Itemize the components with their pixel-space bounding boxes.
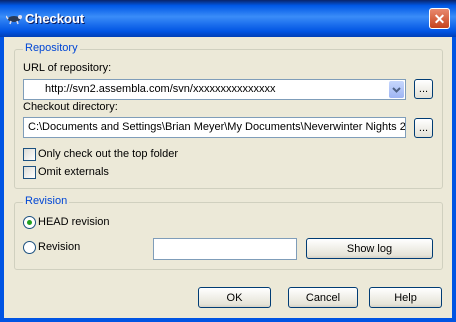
ellipsis-icon: ... [418,83,429,95]
help-button[interactable]: Help [369,287,442,308]
ok-button[interactable]: OK [198,287,271,308]
repository-legend: Repository [23,42,80,54]
revision-legend: Revision [23,195,70,207]
window-border-bottom [0,318,456,322]
cancel-label: Cancel [305,291,341,304]
checkout-dir-label: Checkout directory: [23,101,118,113]
checkout-dir-browse-button[interactable]: ... [414,118,433,138]
show-log-button[interactable]: Show log [306,238,433,259]
url-label: URL of repository: [23,62,112,74]
tortoise-svn-icon [5,10,23,26]
window-title: Checkout [25,11,85,26]
title-bar: Checkout ✕ [0,0,456,37]
url-value: http://svn2.assembla.com/svn/xxxxxxxxxxx… [45,83,276,95]
close-icon: ✕ [433,10,446,27]
window-border-left [0,37,4,322]
url-combobox[interactable]: http://svn2.assembla.com/svn/xxxxxxxxxxx… [23,79,406,100]
omit-externals-label[interactable]: Omit externals [38,166,109,178]
only-top-folder-checkbox[interactable] [23,148,36,161]
checkout-dir-value: C:\Documents and Settings\Brian Meyer\My… [28,121,406,133]
chevron-down-icon[interactable] [389,81,404,98]
cancel-button[interactable]: Cancel [288,287,358,308]
revision-radio[interactable] [23,241,36,254]
revision-input[interactable] [153,238,297,260]
ellipsis-icon: ... [418,122,429,134]
head-revision-label[interactable]: HEAD revision [38,216,110,228]
show-log-label: Show log [346,242,393,255]
radio-selected-dot [27,220,32,225]
omit-externals-checkbox[interactable] [23,166,36,179]
head-revision-radio[interactable] [23,216,36,229]
window-border-right [452,37,456,322]
revision-label[interactable]: Revision [38,241,80,253]
help-label: Help [394,291,417,304]
close-button[interactable]: ✕ [429,8,450,29]
only-top-folder-label[interactable]: Only check out the top folder [38,148,178,160]
url-browse-button[interactable]: ... [414,79,433,99]
ok-label: OK [226,291,243,304]
checkout-dir-field[interactable]: C:\Documents and Settings\Brian Meyer\My… [23,117,406,138]
